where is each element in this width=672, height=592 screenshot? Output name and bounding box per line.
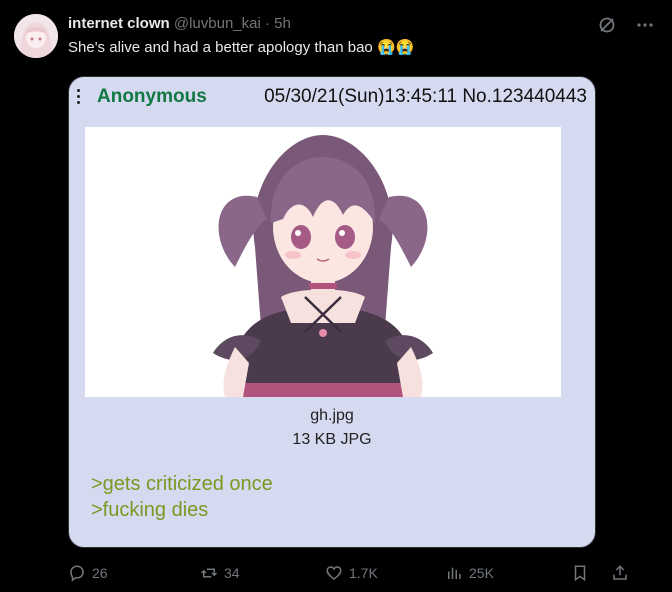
tweet-action-bar: 26 34 1.7K 25K [68, 562, 658, 584]
post-header: Anonymous 05/30/21(Sun)13:45:11 No.12344… [69, 77, 595, 117]
separator-dot: · [264, 15, 270, 32]
tweet-media-image[interactable]: Anonymous 05/30/21(Sun)13:45:11 No.12344… [68, 76, 596, 548]
post-image [85, 127, 561, 397]
share-button[interactable] [611, 564, 629, 582]
tweet-body: She's alive and had a better apology tha… [68, 39, 373, 56]
tweet-top-actions [596, 14, 656, 36]
views-icon [448, 567, 461, 579]
poster-name: Anonymous [97, 86, 207, 107]
file-name: gh.jpg [310, 407, 354, 424]
user-handle[interactable]: @luvbun_kai [174, 15, 261, 32]
tweet-text: She's alive and had a better apology tha… [68, 38, 414, 58]
retweet-icon [200, 568, 218, 578]
crying-emoji: 😭😭 [376, 39, 415, 56]
post-meta: 05/30/21(Sun)13:45:11 No.123440443 [264, 86, 587, 107]
grok-icon[interactable] [596, 14, 618, 36]
tweet-header: internet clown @luvbun_kai · 5h [68, 14, 291, 34]
greentext-line: >fucking dies [91, 499, 209, 521]
repost-button[interactable]: 34 [200, 564, 325, 582]
reply-icon [70, 565, 84, 582]
greentext-line: >gets criticized once [91, 473, 273, 495]
avatar[interactable] [14, 14, 58, 58]
views-button[interactable]: 25K [445, 564, 555, 582]
like-button[interactable]: 1.7K [325, 564, 445, 582]
share-icon [613, 565, 627, 580]
like-icon [326, 566, 342, 580]
tweet-timestamp[interactable]: 5h [274, 15, 291, 32]
file-info: 13 KB JPG [292, 431, 372, 448]
display-name[interactable]: internet clown [68, 15, 170, 32]
like-count: 1.7K [349, 565, 378, 581]
bookmark-icon [574, 565, 586, 582]
repost-count: 34 [224, 565, 240, 581]
bookmark-button[interactable] [571, 564, 589, 582]
reply-button[interactable]: 26 [68, 564, 164, 582]
views-count: 25K [469, 565, 494, 581]
reply-count: 26 [92, 565, 108, 581]
more-icon[interactable] [634, 14, 656, 36]
anime-character-illustration [85, 127, 561, 397]
kebab-menu-icon [77, 89, 81, 105]
avatar-image [14, 14, 58, 58]
